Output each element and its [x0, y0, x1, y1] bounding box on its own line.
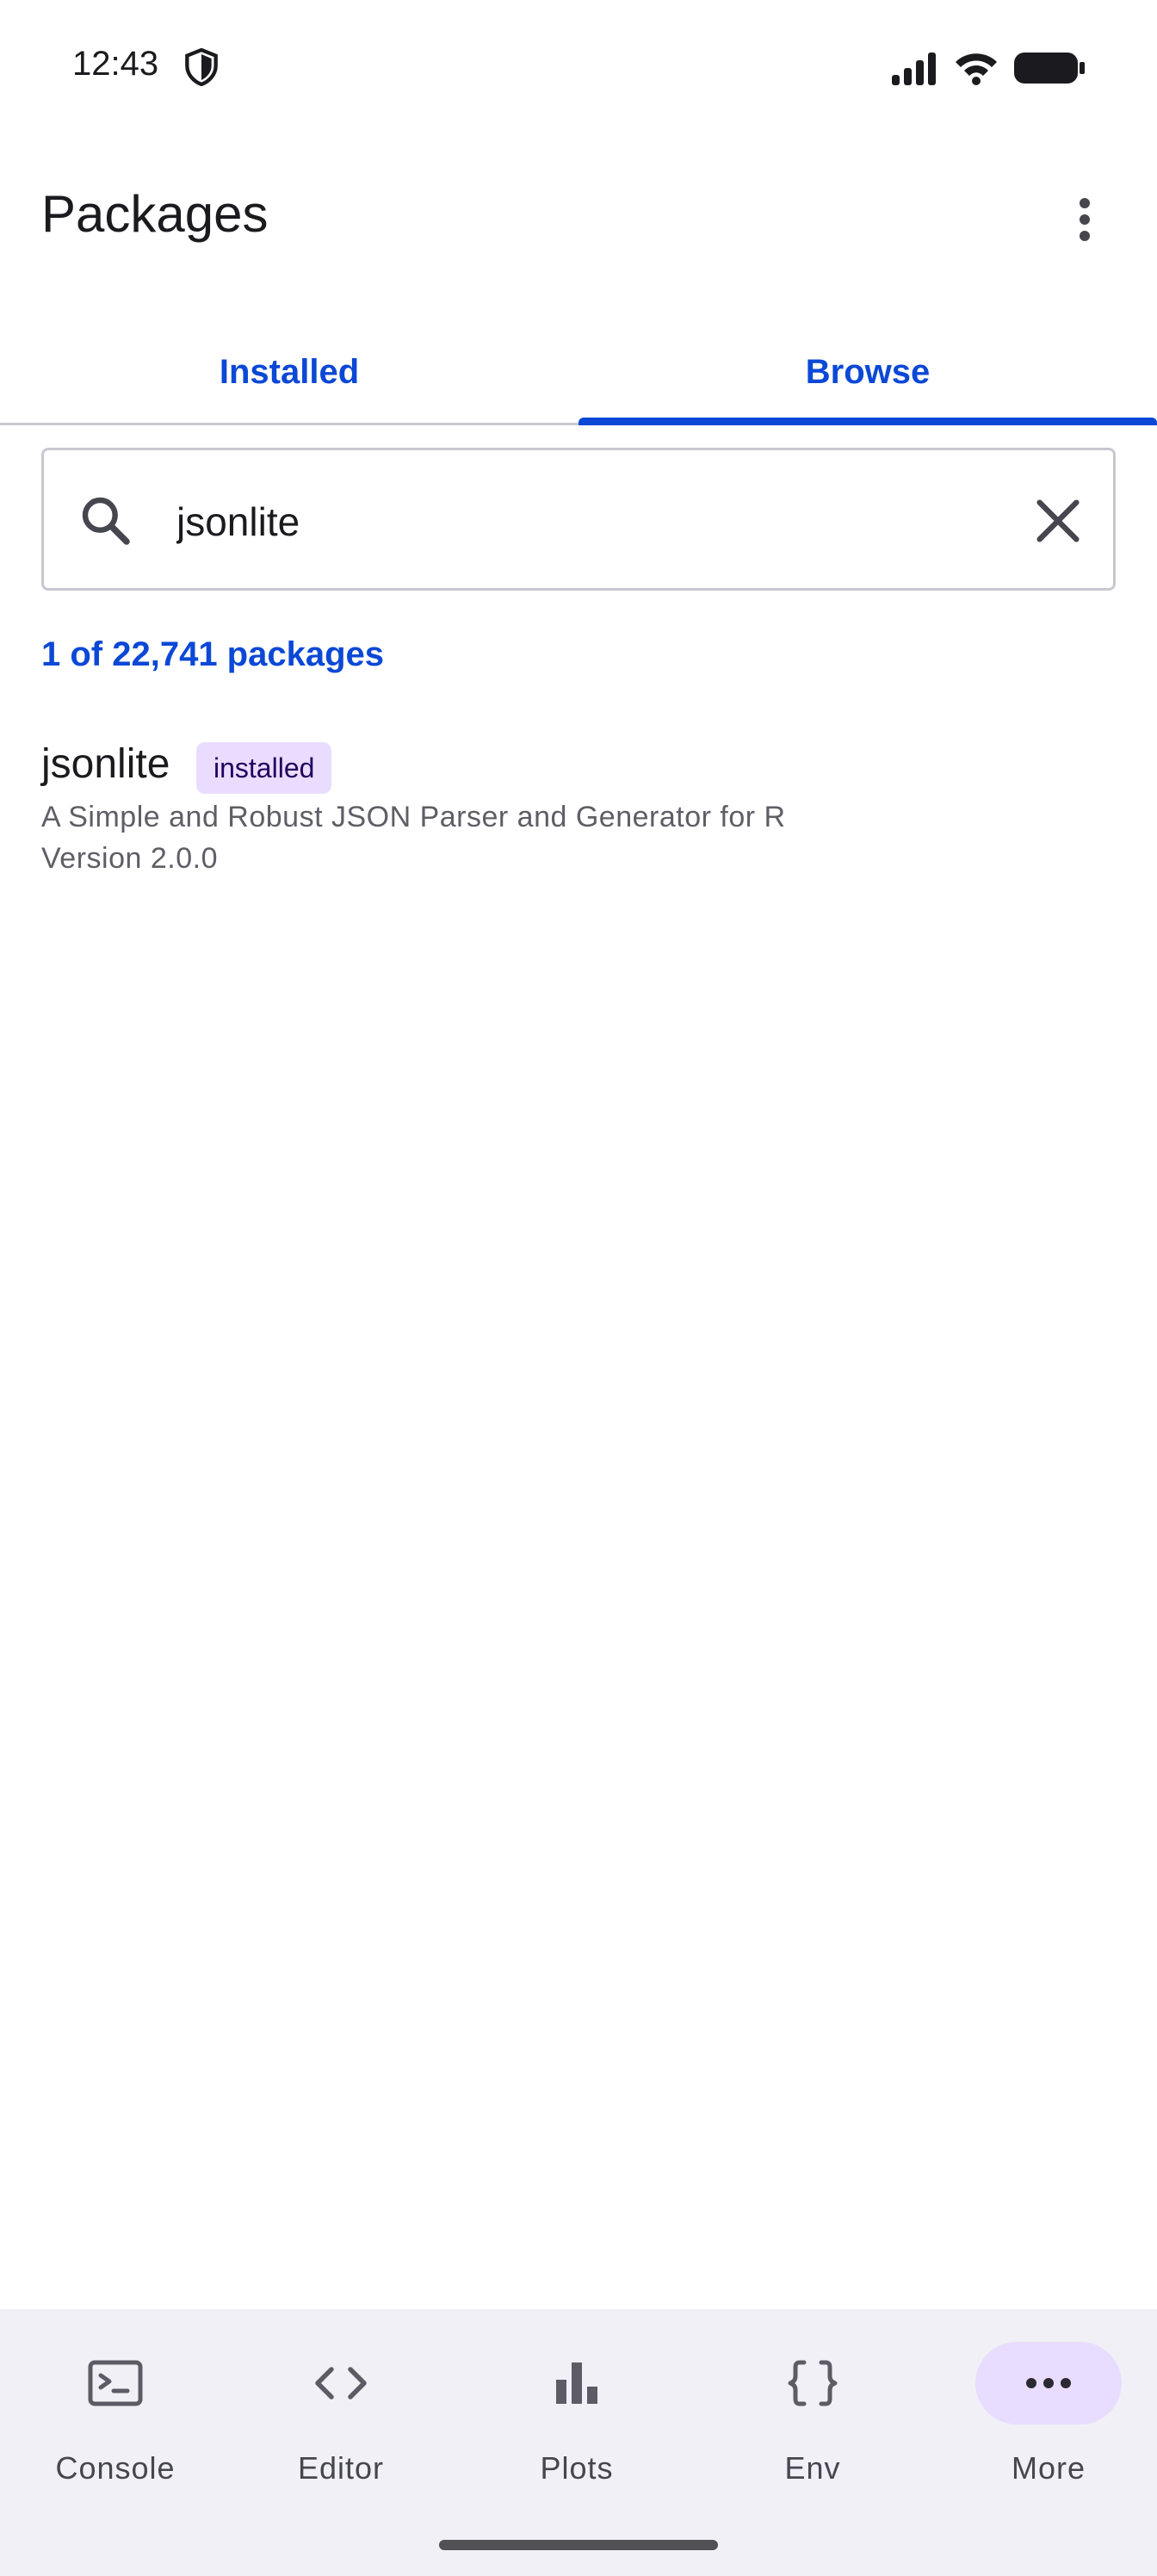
nav-active-pill	[975, 2342, 1122, 2424]
braces-icon	[788, 2360, 838, 2406]
nav-item-env[interactable]: Env	[697, 2309, 928, 2507]
overflow-menu-button[interactable]	[1064, 191, 1105, 248]
nav-label-plots: Plots	[540, 2450, 614, 2486]
tab-browse-label: Browse	[805, 352, 931, 391]
battery-icon	[1014, 53, 1085, 84]
more-horizontal-icon	[1026, 2378, 1071, 2388]
bottom-navigation: Console Editor Plots Env More	[0, 2309, 1157, 2576]
status-badge: installed	[196, 742, 332, 794]
code-icon	[315, 2367, 367, 2400]
signal-icon	[892, 53, 936, 85]
tab-bar: Installed Browse	[0, 319, 1157, 425]
more-vertical-icon	[1080, 198, 1090, 241]
status-icons	[892, 46, 1085, 90]
bar-chart-icon	[556, 2362, 597, 2404]
package-description: A Simple and Robust JSON Parser and Gene…	[41, 801, 786, 833]
nav-item-console[interactable]: Console	[0, 2309, 231, 2507]
nav-label-editor: Editor	[297, 2450, 385, 2486]
nav-label-console: Console	[55, 2450, 176, 2486]
nav-label-env: Env	[784, 2450, 841, 2486]
status-bar: 12:43	[0, 0, 1157, 129]
search-icon	[82, 497, 130, 545]
result-count: 1 of 22,741 packages	[41, 635, 385, 673]
close-icon[interactable]	[1030, 493, 1086, 548]
search-input[interactable]	[175, 485, 1022, 559]
tab-indicator	[578, 418, 1157, 425]
search-field[interactable]	[41, 448, 1116, 591]
nav-label-more: More	[1011, 2450, 1086, 2486]
list-item[interactable]: jsonlite installed A Simple and Robust J…	[0, 732, 1157, 887]
nav-item-more[interactable]: More	[933, 2309, 1157, 2507]
shield-icon	[185, 48, 218, 86]
page-title: Packages	[41, 185, 269, 243]
package-version: Version 2.0.0	[41, 842, 218, 875]
status-time: 12:43	[72, 45, 159, 83]
nav-item-plots[interactable]: Plots	[461, 2309, 692, 2507]
home-indicator[interactable]	[439, 2540, 718, 2550]
wifi-icon	[956, 53, 997, 85]
tab-browse[interactable]: Browse	[578, 319, 1157, 425]
package-name: jsonlite	[41, 741, 170, 787]
console-icon	[88, 2360, 143, 2406]
tab-installed[interactable]: Installed	[0, 319, 578, 425]
tab-installed-label: Installed	[219, 352, 360, 391]
nav-item-editor[interactable]: Editor	[226, 2309, 456, 2507]
